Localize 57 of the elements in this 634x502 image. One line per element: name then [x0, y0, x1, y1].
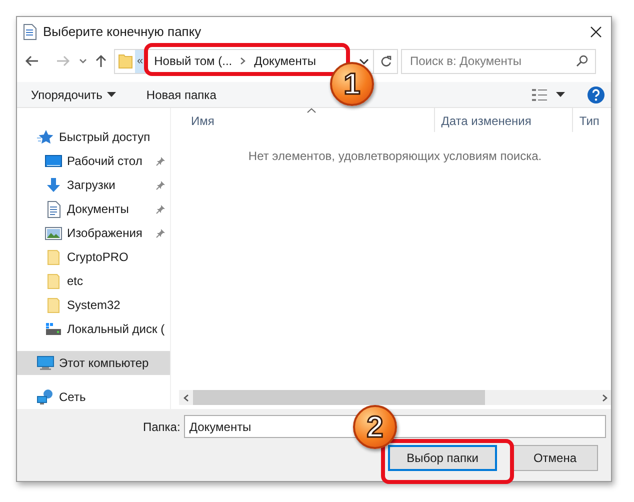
sidebar-item[interactable]: CryptoPRO	[17, 245, 170, 269]
empty-folder-message: Нет элементов, удовлетворяющих условиям поиска.	[247, 148, 543, 165]
sidebar-item[interactable]: Рабочий стол	[17, 149, 170, 173]
breadcrumb[interactable]: Новый том (...	[154, 52, 232, 70]
dialog-button[interactable]: Отмена	[512, 445, 598, 471]
folder-icon	[45, 296, 62, 314]
sidebar-item[interactable]: Локальный диск (	[17, 317, 170, 341]
sidebar-item[interactable]: Быстрый доступ	[17, 125, 170, 149]
column-header[interactable]: Имя	[179, 108, 434, 132]
sidebar-item[interactable]: Изображения	[17, 221, 170, 245]
pin-icon[interactable]	[156, 180, 166, 190]
sidebar-item[interactable]: Сеть	[17, 385, 170, 409]
sidebar-item[interactable]: Загрузки	[17, 173, 170, 197]
dropdown-caret-icon[interactable]	[359, 58, 369, 64]
scrollbar-thumb[interactable]	[193, 390, 485, 405]
scroll-right-icon[interactable]	[602, 394, 608, 402]
overflow-chevron[interactable]: «	[135, 50, 146, 72]
folder-icon	[45, 272, 62, 290]
column-header[interactable]: Тип	[572, 108, 611, 132]
window-title: Выберите конечную папку	[43, 22, 202, 41]
caret-icon[interactable]	[556, 92, 565, 98]
picture-icon	[45, 224, 62, 242]
help-icon[interactable]	[587, 86, 605, 104]
organize-menu-button[interactable]: Упорядочить	[31, 86, 116, 104]
folder-icon	[45, 248, 62, 266]
pin-icon[interactable]	[156, 228, 166, 238]
sidebar-item[interactable]: Этот компьютер	[17, 351, 170, 375]
view-options-icon[interactable]	[532, 88, 548, 102]
close-icon[interactable]	[590, 26, 602, 38]
down-arrow-icon	[45, 176, 62, 194]
dialog-button[interactable]: Выбор папки	[388, 445, 497, 471]
folder-icon	[118, 53, 133, 69]
document-icon	[23, 24, 37, 40]
document-icon	[45, 200, 62, 218]
sidebar-item[interactable]: System32	[17, 293, 170, 317]
monitor-icon	[45, 152, 62, 170]
pin-icon[interactable]	[156, 204, 166, 214]
back-arrow-icon[interactable]	[25, 55, 39, 67]
caret-icon[interactable]	[107, 92, 116, 98]
sidebar-item[interactable]: etc	[17, 269, 170, 293]
horizontal-scrollbar[interactable]	[179, 390, 611, 405]
drive-icon	[45, 320, 62, 338]
search-icon	[576, 55, 588, 67]
folder-label: Папка:	[143, 418, 180, 436]
breadcrumb[interactable]: Документы	[254, 52, 316, 70]
pin-icon[interactable]	[156, 156, 166, 166]
refresh-icon[interactable]	[380, 54, 392, 68]
column-header[interactable]: Дата изменения	[434, 108, 572, 132]
sidebar-item[interactable]: Документы	[17, 197, 170, 221]
search-field[interactable]: Поиск в: Документы	[401, 48, 596, 74]
scroll-left-icon[interactable]	[183, 394, 189, 402]
star-icon	[37, 128, 54, 146]
chevron-icon[interactable]	[240, 57, 246, 65]
new-folder-button[interactable]: Новая папка	[146, 86, 216, 104]
network-icon	[37, 388, 54, 406]
computer-icon	[37, 354, 54, 372]
up-arrow-icon[interactable]	[95, 54, 107, 68]
